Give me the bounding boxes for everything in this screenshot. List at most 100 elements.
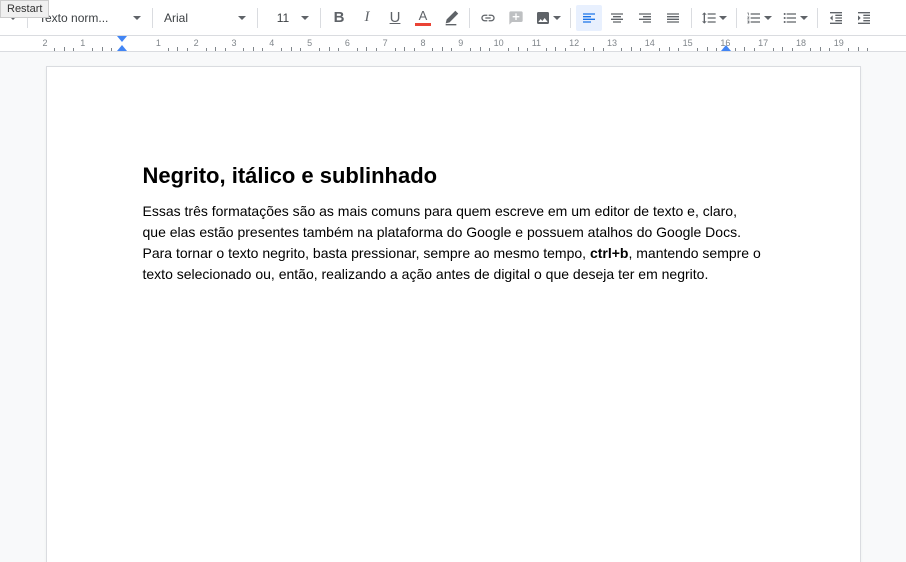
- ruler-tick: [858, 47, 859, 51]
- ruler-tick: [206, 48, 207, 51]
- ruler-number: 11: [532, 38, 541, 48]
- align-justify-button[interactable]: [660, 5, 686, 31]
- document-page[interactable]: Negrito, itálico e sublinhado Essas três…: [46, 66, 861, 562]
- first-line-indent-icon[interactable]: [117, 36, 127, 42]
- ruler-tick: [442, 47, 443, 51]
- ruler-number: 12: [569, 38, 579, 48]
- ruler-tick: [518, 47, 519, 51]
- paragraph-style-select[interactable]: Texto norm...: [33, 5, 147, 31]
- numbered-list-button[interactable]: [742, 5, 776, 31]
- ruler-tick: [357, 48, 358, 51]
- line-spacing-icon: [701, 10, 717, 26]
- ruler-number: 3: [231, 38, 236, 48]
- numbered-list-icon: [746, 10, 762, 26]
- font-family-select[interactable]: Arial: [158, 5, 252, 31]
- ruler-tick: [659, 48, 660, 51]
- separator: [736, 8, 737, 28]
- comment-icon: [508, 10, 524, 26]
- restart-button[interactable]: Restart: [0, 0, 49, 18]
- ruler-tick: [451, 48, 452, 51]
- italic-button[interactable]: I: [354, 5, 380, 31]
- ruler-tick: [102, 47, 103, 51]
- ruler-tick: [782, 47, 783, 51]
- insert-link-button[interactable]: [475, 5, 501, 31]
- ruler-tick: [376, 48, 377, 51]
- decrease-indent-button[interactable]: [823, 5, 849, 31]
- ruler-tick: [338, 48, 339, 51]
- ruler-number: 2: [42, 38, 47, 48]
- ruler-tick: [243, 48, 244, 51]
- ruler-tick: [584, 48, 585, 51]
- align-right-button[interactable]: [632, 5, 658, 31]
- document-paragraph[interactable]: Para tornar o texto negrito, basta press…: [143, 243, 764, 285]
- ruler-tick: [64, 47, 65, 51]
- ruler-tick: [329, 47, 330, 51]
- document-canvas[interactable]: Negrito, itálico e sublinhado Essas três…: [0, 52, 906, 562]
- document-heading[interactable]: Negrito, itálico e sublinhado: [143, 163, 764, 189]
- left-indent-icon[interactable]: [117, 45, 127, 51]
- ruler-tick: [773, 48, 774, 51]
- ruler-tick: [867, 48, 868, 51]
- separator: [152, 8, 153, 28]
- font-size-select[interactable]: 11: [263, 5, 315, 31]
- underline-button[interactable]: U: [382, 5, 408, 31]
- chevron-down-icon: [764, 16, 772, 20]
- add-comment-button[interactable]: [503, 5, 529, 31]
- separator: [320, 8, 321, 28]
- line-spacing-button[interactable]: [697, 5, 731, 31]
- horizontal-ruler[interactable]: 2112345678910111213141516171819: [0, 36, 906, 52]
- ruler-number: 14: [645, 38, 655, 48]
- ruler-number: 15: [683, 38, 693, 48]
- link-icon: [480, 10, 496, 26]
- ruler-tick: [565, 48, 566, 51]
- ruler-number: 8: [420, 38, 425, 48]
- ruler-tick: [792, 48, 793, 51]
- ruler-tick: [225, 48, 226, 51]
- ruler-number: 19: [834, 38, 844, 48]
- text-color-icon: A: [415, 9, 431, 26]
- right-indent-icon[interactable]: [721, 45, 731, 51]
- ruler-tick: [73, 48, 74, 51]
- ruler-tick: [281, 48, 282, 51]
- ruler-number: 17: [758, 38, 768, 48]
- separator: [691, 8, 692, 28]
- ruler-tick: [735, 48, 736, 51]
- align-center-button[interactable]: [604, 5, 630, 31]
- ruler-tick: [744, 47, 745, 51]
- chevron-down-icon: [133, 16, 141, 20]
- bold-button[interactable]: B: [326, 5, 352, 31]
- ruler-tick: [669, 47, 670, 51]
- ruler-tick: [678, 48, 679, 51]
- toolbar: Texto norm... Arial 11 B I U A: [0, 0, 906, 36]
- ruler-tick: [187, 48, 188, 51]
- ruler-tick: [366, 47, 367, 51]
- ruler-number: 7: [383, 38, 388, 48]
- increase-indent-button[interactable]: [851, 5, 877, 31]
- align-right-icon: [637, 10, 653, 26]
- align-left-button[interactable]: [576, 5, 602, 31]
- document-paragraph[interactable]: Essas três formatações são as mais comun…: [143, 201, 764, 243]
- ruler-tick: [508, 48, 509, 51]
- align-justify-icon: [665, 10, 681, 26]
- ruler-tick: [111, 48, 112, 51]
- ruler-number: 5: [307, 38, 312, 48]
- ruler-number: 2: [194, 38, 199, 48]
- ruler-tick: [319, 48, 320, 51]
- bulleted-list-button[interactable]: [778, 5, 812, 31]
- ruler-tick: [54, 48, 55, 51]
- ruler-tick: [555, 47, 556, 51]
- highlight-button[interactable]: [438, 5, 464, 31]
- ruler-tick: [829, 48, 830, 51]
- ruler-tick: [215, 47, 216, 51]
- ruler-tick: [414, 48, 415, 51]
- paragraph-style-value: Texto norm...: [39, 11, 129, 25]
- ruler-tick: [300, 48, 301, 51]
- chevron-down-icon: [719, 16, 727, 20]
- align-left-icon: [581, 10, 597, 26]
- text-color-button[interactable]: A: [410, 5, 436, 31]
- ruler-tick: [640, 48, 641, 51]
- ruler-tick: [470, 48, 471, 51]
- ruler-tick: [603, 48, 604, 51]
- separator: [257, 8, 258, 28]
- insert-image-button[interactable]: [531, 5, 565, 31]
